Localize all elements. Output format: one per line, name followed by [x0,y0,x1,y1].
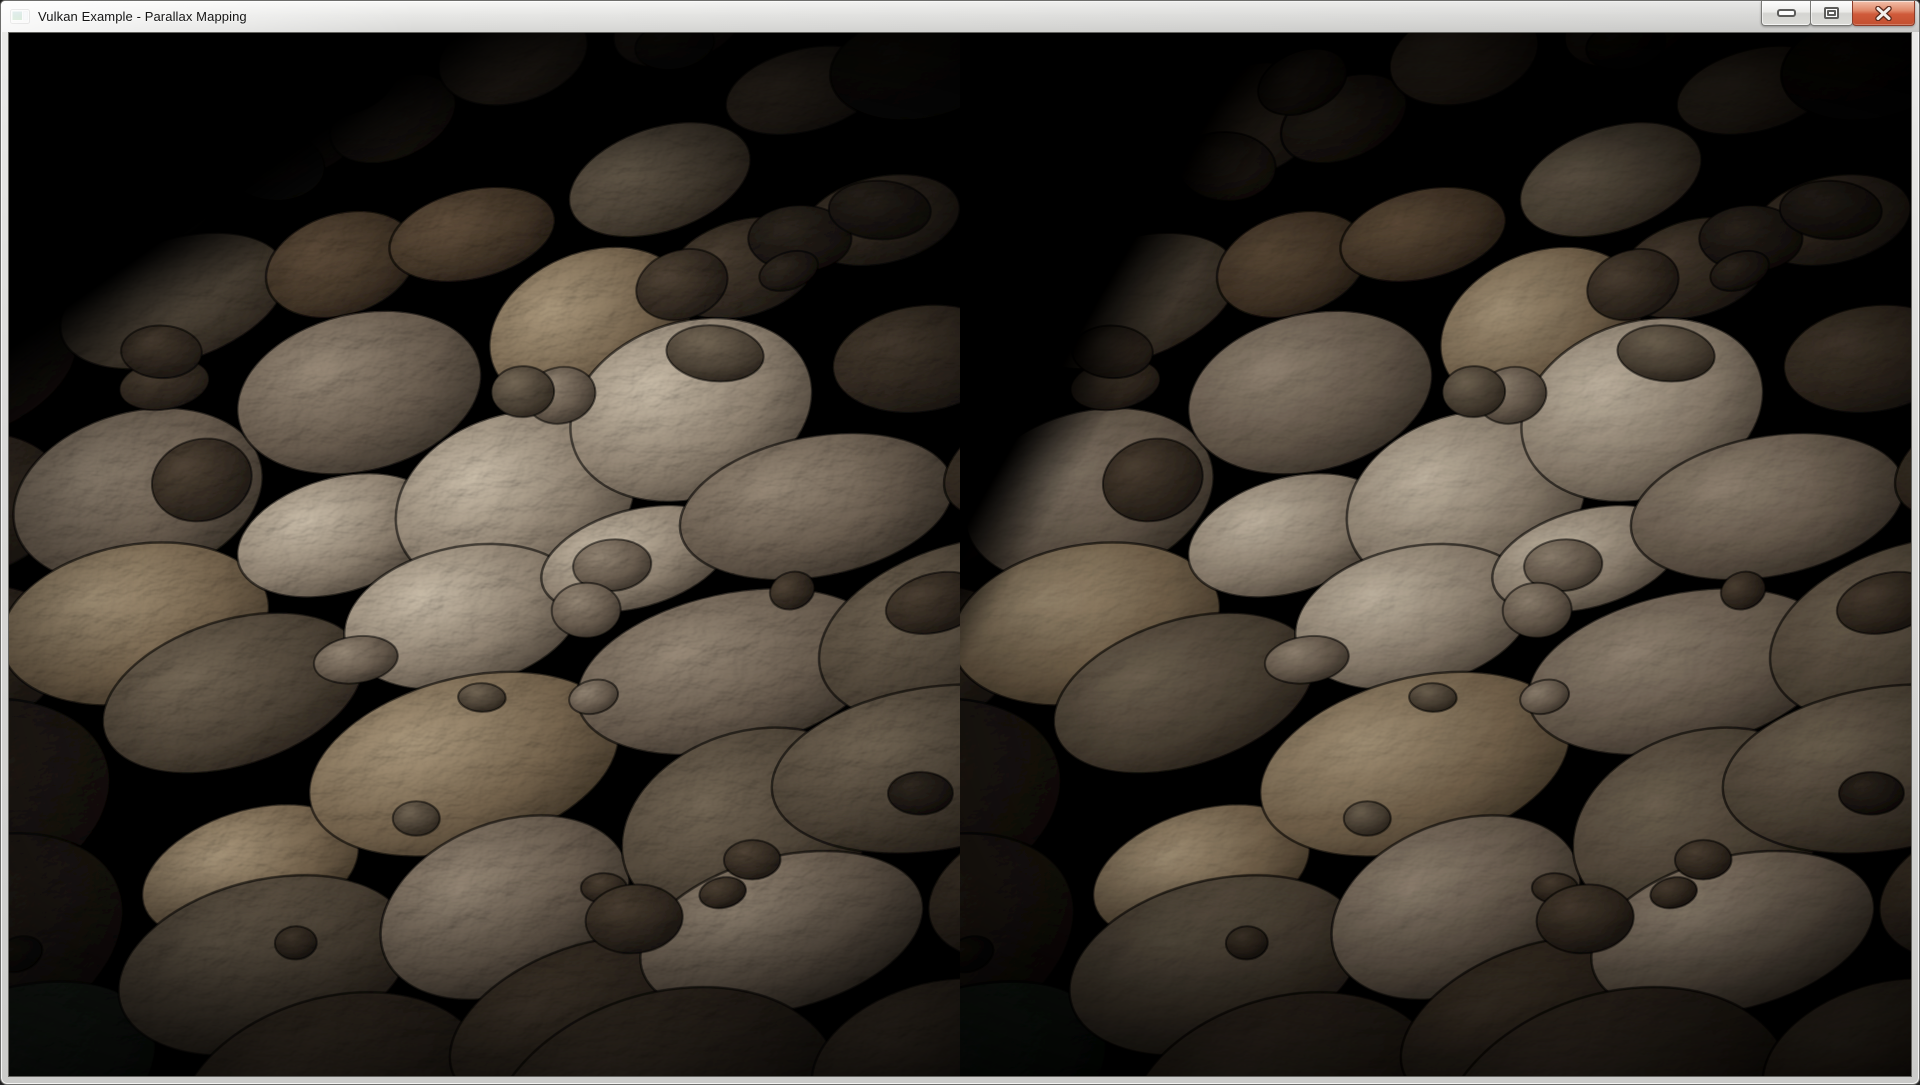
minimize-button[interactable] [1761,1,1811,26]
app-icon [10,9,30,24]
render-viewport[interactable] [8,32,1912,1077]
window-title: Vulkan Example - Parallax Mapping [38,9,247,24]
render-view-right [960,33,1911,1076]
render-view-left [9,33,960,1076]
window-controls [1762,1,1915,26]
maximize-icon [1824,7,1839,19]
titlebar[interactable]: Vulkan Example - Parallax Mapping [1,1,1919,32]
app-window: Vulkan Example - Parallax Mapping [0,0,1920,1085]
close-button[interactable] [1852,1,1915,26]
minimize-icon [1777,9,1796,17]
close-icon [1874,6,1893,21]
maximize-button[interactable] [1810,1,1853,26]
